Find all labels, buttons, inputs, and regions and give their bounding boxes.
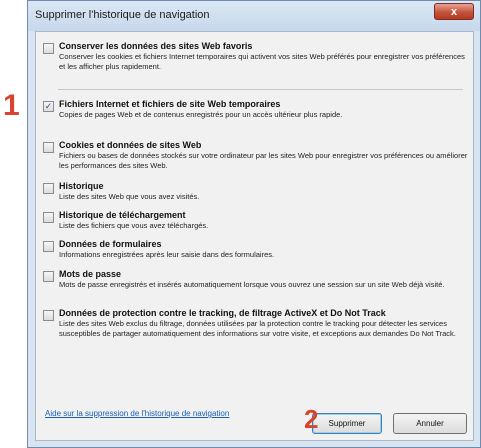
separator xyxy=(58,89,463,90)
option-label[interactable]: Mots de passe xyxy=(59,269,121,279)
option-description: Liste des sites Web que vous avez visité… xyxy=(59,192,200,201)
option-label[interactable]: Fichiers Internet et fichiers de site We… xyxy=(59,99,280,109)
annotation-marker-2: 2 xyxy=(304,404,319,434)
option-description: Liste des sites Web exclus du filtrage, … xyxy=(59,319,456,338)
history-checkbox[interactable] xyxy=(43,183,54,194)
option-label[interactable]: Cookies et données de sites Web xyxy=(59,140,201,150)
option-description: Conserver les cookies et fichiers Intern… xyxy=(59,52,465,71)
option-description: Informations enregistrées après leur sai… xyxy=(59,250,275,259)
checkmark-icon: ✓ xyxy=(44,101,53,111)
keep-favorites-checkbox[interactable] xyxy=(43,43,54,54)
option-label[interactable]: Données de formulaires xyxy=(59,239,162,249)
close-button[interactable]: x xyxy=(434,3,474,20)
options-panel: Conserver les données des sites Web favo… xyxy=(35,31,474,441)
option-description: Liste des fichiers que vous avez télécha… xyxy=(59,221,209,230)
option-label[interactable]: Conserver les données des sites Web favo… xyxy=(59,41,252,51)
option-description: Fichiers ou bases de données stockés sur… xyxy=(59,151,468,170)
option-description: Copies de pages Web et de contenus enreg… xyxy=(59,110,343,119)
help-link[interactable]: Aide sur la suppression de l'historique … xyxy=(45,409,229,418)
delete-history-dialog: Supprimer l'historique de navigation x C… xyxy=(27,0,481,448)
passwords-checkbox[interactable] xyxy=(43,271,54,282)
form-data-checkbox[interactable] xyxy=(43,241,54,252)
option-description: Mots de passe enregistrés et insérés aut… xyxy=(59,280,445,289)
temp-files-checkbox[interactable]: ✓ xyxy=(43,101,54,112)
option-label[interactable]: Historique xyxy=(59,181,104,191)
cancel-button[interactable]: Annuler xyxy=(393,413,467,434)
delete-button[interactable]: Supprimer xyxy=(312,413,382,434)
option-label[interactable]: Historique de téléchargement xyxy=(59,210,186,220)
option-label[interactable]: Données de protection contre le tracking… xyxy=(59,308,386,318)
download-history-checkbox[interactable] xyxy=(43,212,54,223)
title-bar: Supprimer l'historique de navigation x xyxy=(28,1,480,31)
dialog-title: Supprimer l'historique de navigation xyxy=(35,9,210,21)
annotation-marker-1: 1 xyxy=(3,89,20,122)
tracking-protection-checkbox[interactable] xyxy=(43,310,54,321)
cookies-checkbox[interactable] xyxy=(43,142,54,153)
